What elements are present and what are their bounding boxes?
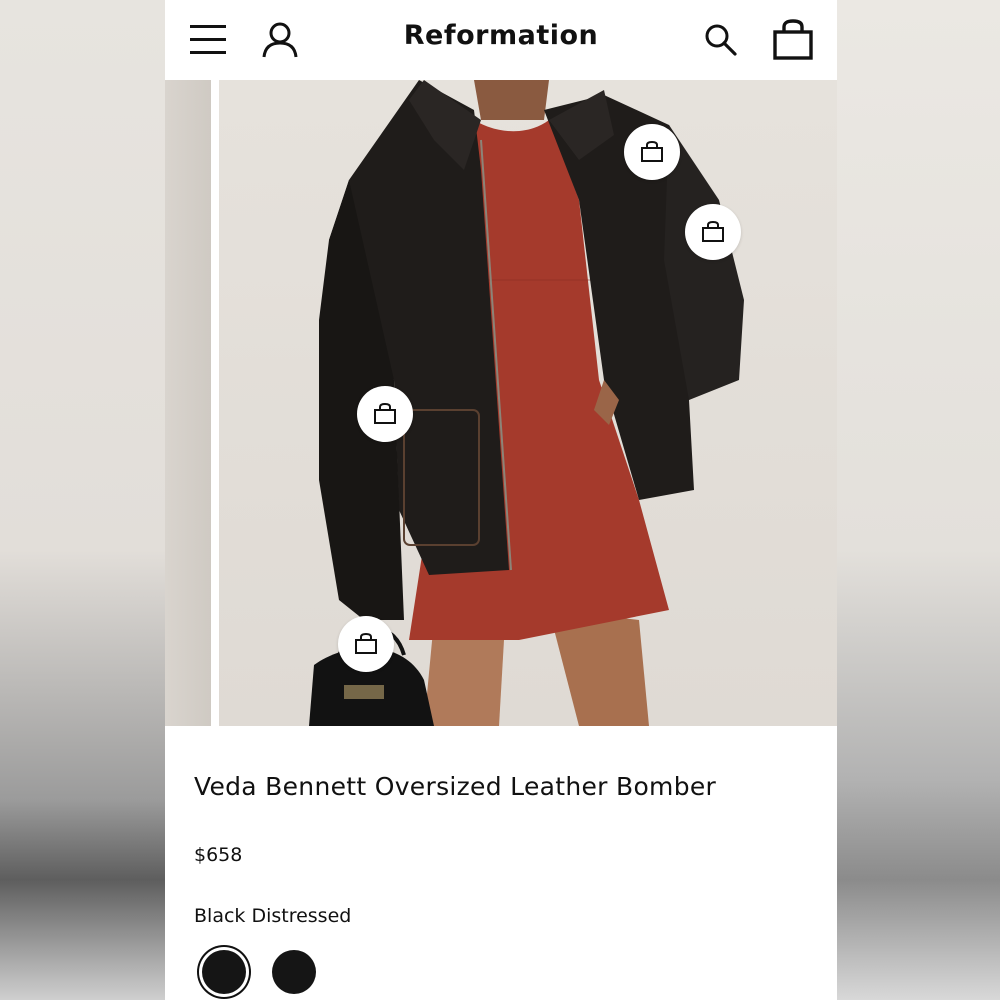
shopping-bag-icon[interactable] bbox=[771, 18, 815, 62]
product-image[interactable] bbox=[219, 80, 837, 726]
shopping-bag-icon bbox=[702, 221, 724, 242]
background-left bbox=[0, 0, 165, 1000]
product-image-gallery[interactable] bbox=[165, 80, 837, 726]
product-title: Veda Bennett Oversized Leather Bomber bbox=[194, 772, 717, 801]
color-swatch-black[interactable] bbox=[272, 950, 316, 994]
top-navigation-bar: Reformation bbox=[165, 0, 837, 80]
shop-look-hotspot[interactable] bbox=[338, 616, 394, 672]
shop-look-hotspot[interactable] bbox=[685, 204, 741, 260]
shopping-bag-icon bbox=[641, 141, 663, 162]
shop-look-hotspot[interactable] bbox=[624, 124, 680, 180]
search-icon[interactable] bbox=[699, 18, 743, 62]
background-right bbox=[837, 0, 1000, 1000]
phone-screen: Reformation Veda Bennett Oversized Leath… bbox=[165, 0, 837, 1000]
color-swatch-black-distressed[interactable] bbox=[202, 950, 246, 994]
product-price: $658 bbox=[194, 844, 243, 866]
shop-look-hotspot[interactable] bbox=[357, 386, 413, 442]
shopping-bag-icon bbox=[374, 403, 396, 424]
previous-image-peek[interactable] bbox=[165, 80, 211, 726]
selected-color-name: Black Distressed bbox=[194, 905, 352, 927]
shopping-bag-icon bbox=[355, 633, 377, 654]
model-illustration bbox=[309, 80, 744, 726]
